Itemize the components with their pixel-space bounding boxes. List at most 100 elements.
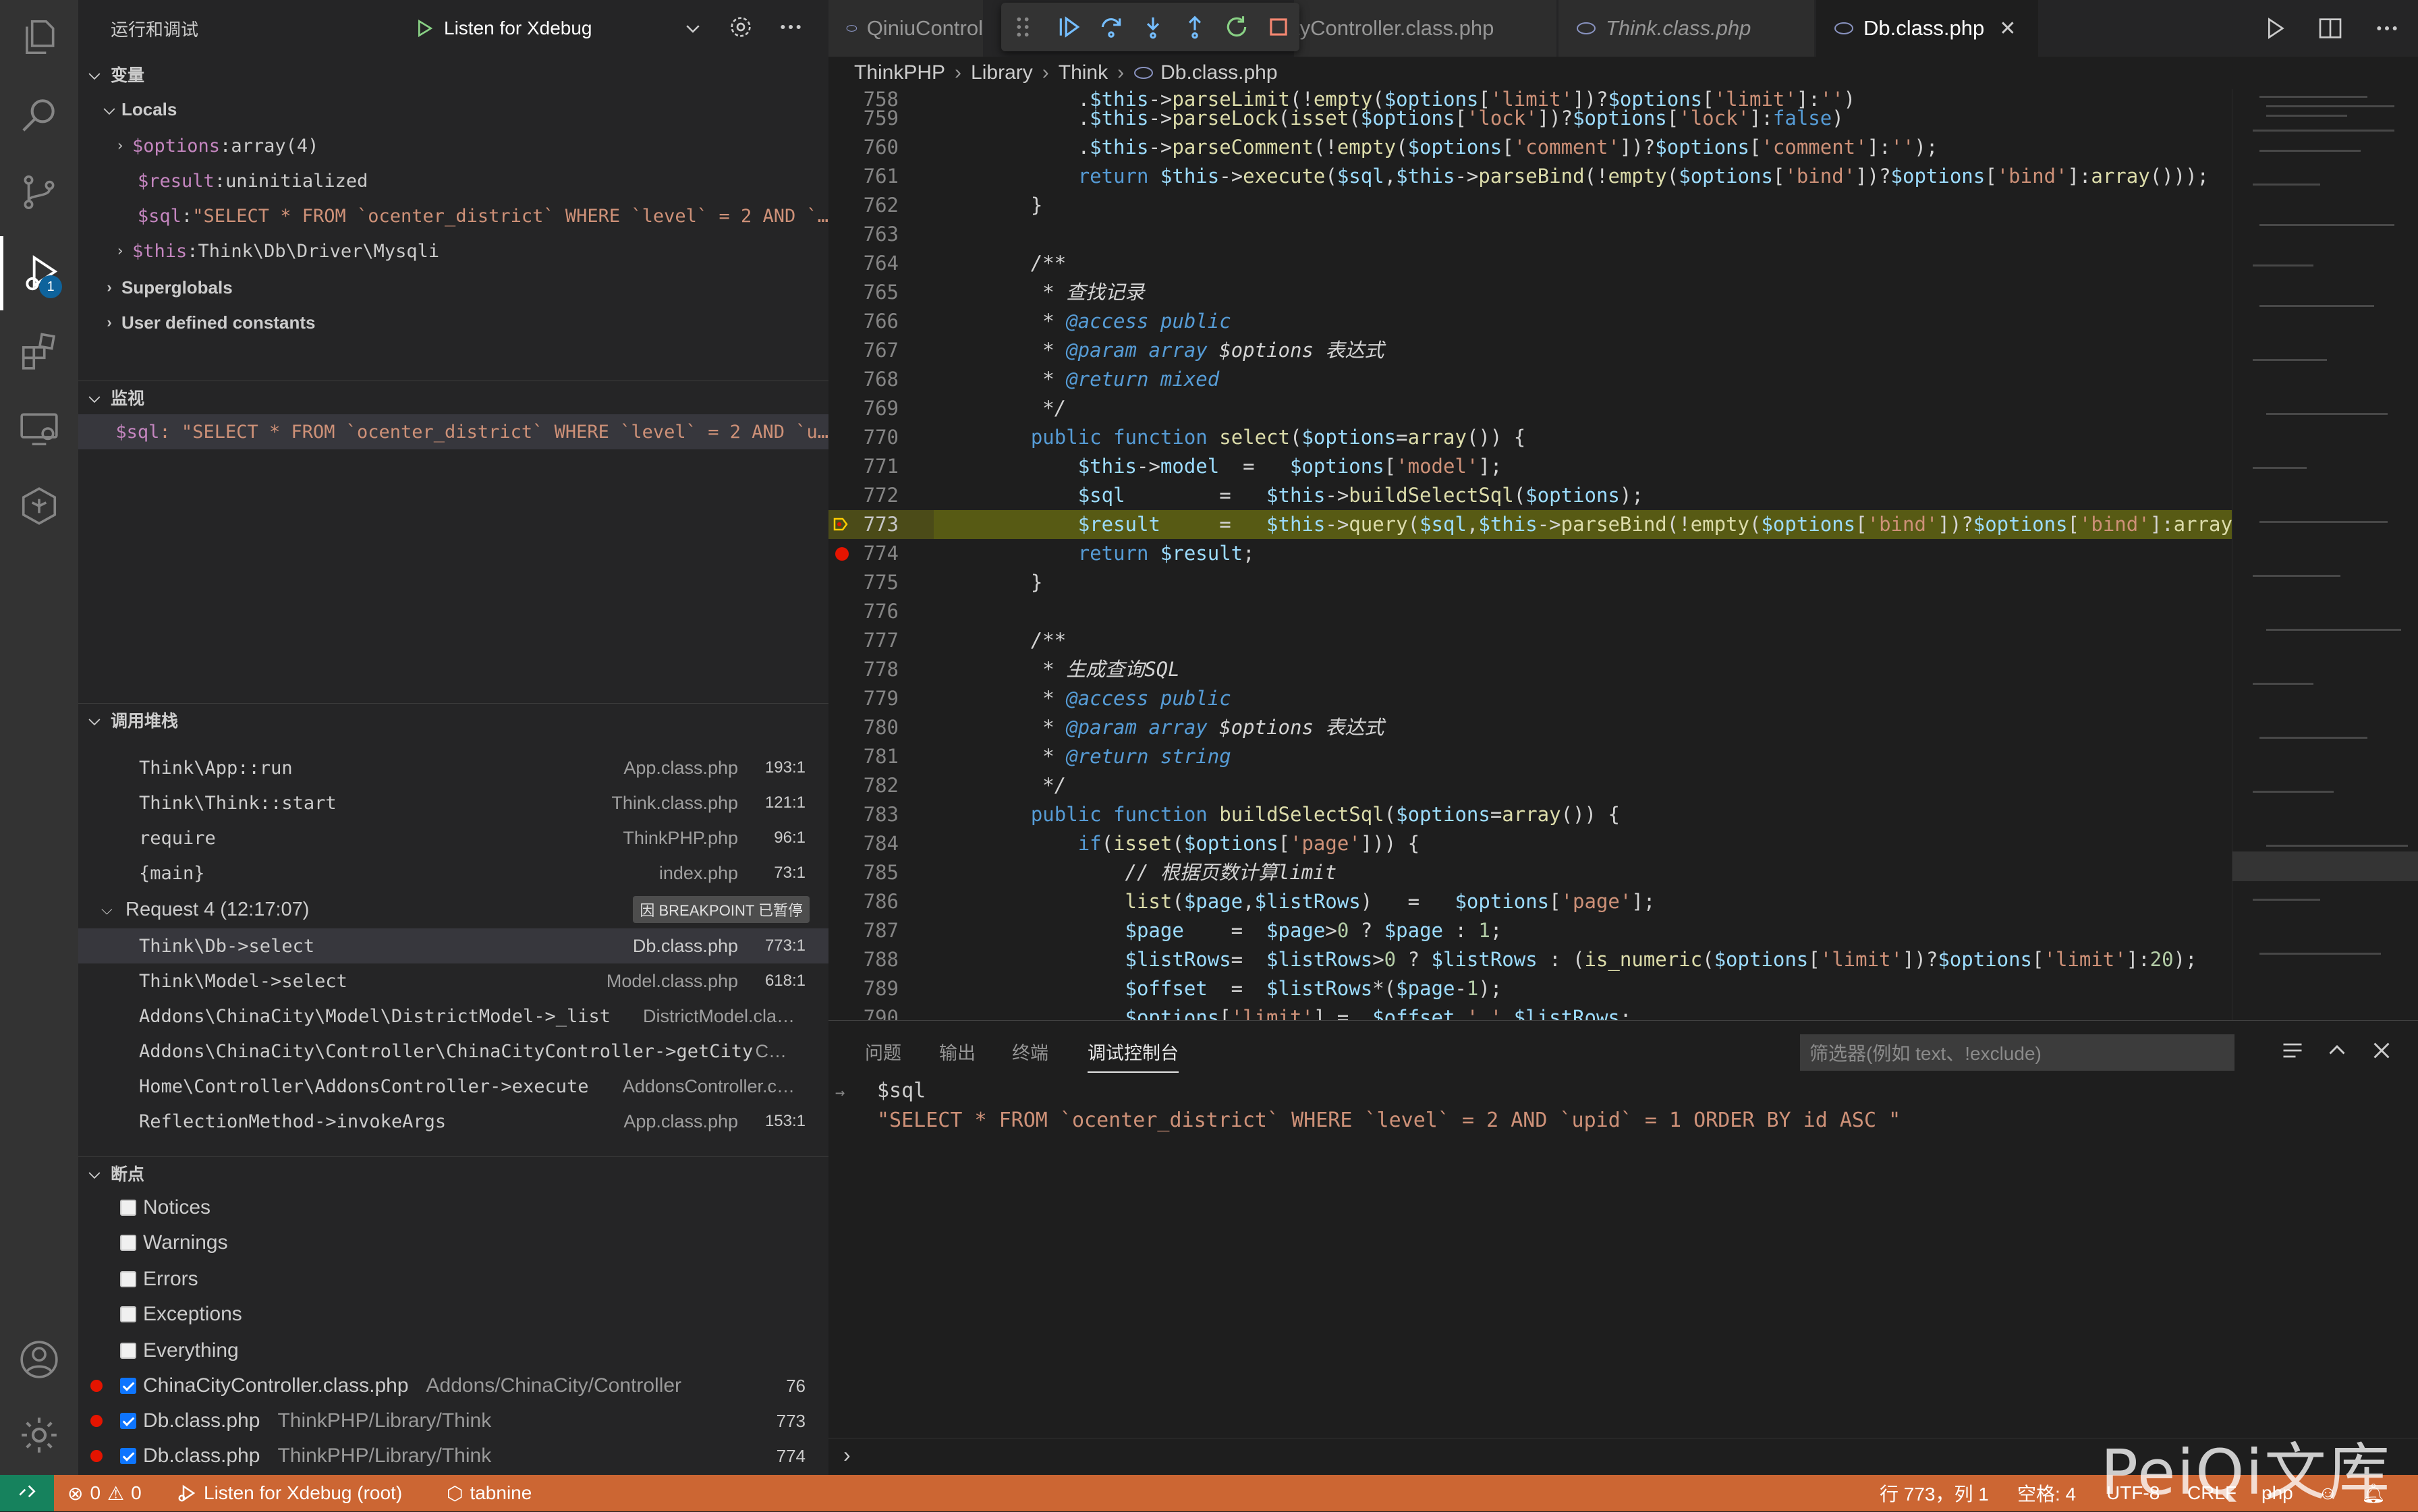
callstack-section-header[interactable]: ⌵ 调用堆栈	[78, 703, 828, 735]
checkbox[interactable]	[120, 1306, 136, 1322]
tab-think[interactable]: Think.class.php	[1558, 0, 1815, 57]
stack-frame[interactable]: Addons\ChinaCity\Model\DistrictModel->_l…	[78, 999, 828, 1034]
checkbox[interactable]	[120, 1378, 136, 1394]
debug-status[interactable]: Listen for Xdebug (root)	[177, 1475, 402, 1511]
split-editor-icon[interactable]	[2317, 15, 2344, 42]
frame-file: App.class.php	[623, 757, 738, 778]
more-actions-icon[interactable]	[777, 13, 804, 40]
variable-row[interactable]: $result: uninitialized	[78, 163, 828, 198]
code-line: 766 * @access public	[828, 307, 2232, 336]
variables-section-header[interactable]: ⌵ 变量	[78, 58, 828, 90]
remote-indicator[interactable]	[0, 1475, 54, 1511]
tab-qiniucontroller[interactable]: QiniuControl	[828, 0, 984, 57]
stack-frame[interactable]: Think\Model->select Model.class.php 618:…	[78, 963, 828, 999]
breakpoints-section-header[interactable]: ⌵ 断点	[78, 1156, 828, 1189]
checkbox[interactable]	[120, 1413, 136, 1429]
request-thread[interactable]: ⌵ Request 4 (12:17:07) 因 BREAKPOINT 已暂停	[78, 892, 828, 927]
cube-icon[interactable]	[0, 469, 78, 543]
code-line: 785 // 根据页数计算limit	[828, 858, 2232, 887]
frame-function: Think\Model->select	[139, 970, 347, 992]
tab-debug-console[interactable]: 调试控制台	[1088, 1038, 1179, 1073]
drag-handle-icon[interactable]	[1015, 14, 1040, 40]
breakpoint-item[interactable]: Db.class.php ThinkPHP/Library/Think 774	[78, 1438, 828, 1474]
variable-row[interactable]: $sql: "SELECT * FROM `ocenter_district` …	[78, 198, 828, 233]
bp-option-warnings[interactable]: Warnings	[78, 1225, 828, 1260]
problems-indicator[interactable]: ⊗ 0 ⚠ 0	[67, 1475, 142, 1511]
step-out-icon[interactable]	[1182, 14, 1208, 40]
bp-option-exceptions[interactable]: Exceptions	[78, 1297, 828, 1332]
settings-gear-icon[interactable]	[727, 13, 754, 40]
gear-icon[interactable]	[0, 1398, 78, 1472]
bp-option-notices[interactable]: Notices	[78, 1190, 828, 1225]
breadcrumb-item[interactable]: Db.class.php	[1160, 61, 1277, 84]
code-line: 762 }	[828, 191, 2232, 220]
constants-scope[interactable]: › User defined constants	[78, 305, 828, 340]
chevron-down-icon[interactable]	[683, 18, 703, 38]
stack-frame[interactable]: Home\Controller\AddonsController->execut…	[78, 1069, 828, 1104]
tab-db[interactable]: Db.class.php ✕	[1816, 0, 2039, 57]
more-actions-icon[interactable]	[2373, 15, 2400, 42]
account-icon[interactable]	[0, 1322, 78, 1397]
stack-frame[interactable]: Think\App::run App.class.php 193:1	[78, 750, 828, 785]
line-number: 783	[863, 803, 899, 826]
bottom-panel: 问题 输出 终端 调试控制台 筛选器(例如 text、!exclude) → $…	[828, 1020, 2418, 1475]
tabnine-status[interactable]: ⬡ tabnine	[447, 1475, 532, 1511]
watch-section-header[interactable]: ⌵ 监视	[78, 381, 828, 413]
breadcrumb-item[interactable]: Library	[971, 61, 1033, 84]
stop-icon[interactable]	[1266, 14, 1291, 40]
breadcrumb-item[interactable]: Think	[1059, 61, 1108, 84]
minimap-slider[interactable]	[2232, 851, 2418, 881]
code-editor[interactable]: 758 .$this->parseLimit(!empty($options['…	[828, 89, 2232, 1020]
remote-explorer-icon[interactable]	[0, 391, 78, 466]
debug-config-select[interactable]: Listen for Xdebug	[413, 13, 703, 43]
tab-output[interactable]: 输出	[939, 1038, 976, 1071]
variable-row[interactable]: › $this: Think\Db\Driver\Mysqli	[78, 233, 828, 269]
checkbox[interactable]	[120, 1448, 136, 1464]
cursor-position[interactable]: 行 773，列 1	[1880, 1475, 1989, 1511]
breakpoint-item[interactable]: Db.class.php ThinkPHP/Library/Think 773	[78, 1403, 828, 1438]
minimap-line	[2259, 521, 2388, 523]
checkbox[interactable]	[120, 1200, 136, 1216]
clear-console-icon[interactable]	[2280, 1038, 2305, 1063]
stack-frame[interactable]: ReflectionMethod->invokeArgs App.class.p…	[78, 1104, 828, 1139]
tab-terminal[interactable]: 终端	[1012, 1038, 1048, 1071]
line-number: 766	[863, 310, 899, 333]
step-into-icon[interactable]	[1140, 14, 1166, 40]
superglobals-scope[interactable]: › Superglobals	[78, 270, 828, 305]
indentation[interactable]: 空格: 4	[2017, 1475, 2076, 1511]
breakpoint-item[interactable]: ChinaCityController.class.php Addons/Chin…	[78, 1368, 828, 1403]
checkbox[interactable]	[120, 1271, 136, 1287]
minimap[interactable]	[2232, 89, 2418, 1020]
stack-frame[interactable]: Addons\ChinaCity\Controller\ChinaCityCon…	[78, 1034, 828, 1069]
checkbox[interactable]	[120, 1343, 136, 1359]
code-text: $sql = $this->buildSelectSql($options);	[1077, 484, 1643, 507]
breadcrumb-item[interactable]: ThinkPHP	[854, 61, 945, 84]
stack-frame-selected[interactable]: Think\Db->select Db.class.php 773:1	[78, 928, 828, 963]
tab-problems[interactable]: 问题	[865, 1038, 901, 1071]
extensions-icon[interactable]	[0, 314, 78, 388]
search-icon[interactable]	[0, 78, 78, 152]
continue-icon[interactable]	[1057, 14, 1082, 40]
console-filter-input[interactable]: 筛选器(例如 text、!exclude)	[1800, 1034, 2234, 1071]
stack-frame[interactable]: Think\Think::start Think.class.php 121:1	[78, 785, 828, 820]
close-icon[interactable]: ✕	[1999, 17, 2016, 40]
restart-icon[interactable]	[1224, 14, 1249, 40]
close-panel-icon[interactable]	[2369, 1038, 2394, 1063]
stack-frame[interactable]: require ThinkPHP.php 96:1	[78, 820, 828, 856]
explorer-icon[interactable]	[0, 0, 78, 74]
locals-scope[interactable]: ⌵ Locals	[78, 92, 828, 127]
watch-expression[interactable]: $sql: "SELECT * FROM `ocenter_district` …	[78, 414, 828, 449]
tab-citycontroller[interactable]: tyController.class.php	[1294, 0, 1557, 57]
chevron-up-icon[interactable]	[2325, 1038, 2349, 1063]
start-debug-icon[interactable]	[413, 18, 434, 39]
run-debug-icon[interactable]: 1	[0, 236, 78, 310]
bp-option-errors[interactable]: Errors	[78, 1262, 828, 1297]
run-debug-file-icon[interactable]	[2260, 15, 2287, 42]
php-file-icon	[1134, 67, 1154, 79]
step-over-icon[interactable]	[1098, 14, 1124, 40]
variable-row[interactable]: › $options: array(4)	[78, 128, 828, 163]
source-control-icon[interactable]	[0, 155, 78, 229]
bp-option-everything[interactable]: Everything	[78, 1333, 828, 1368]
stack-frame[interactable]: {main} index.php 73:1	[78, 856, 828, 891]
checkbox[interactable]	[120, 1235, 136, 1251]
